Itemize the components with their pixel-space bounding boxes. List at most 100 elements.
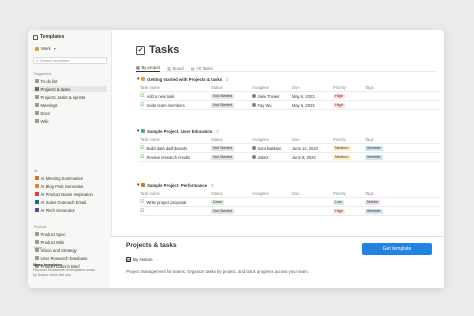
- sidebar-item[interactable]: Projects & tasks: [33, 86, 107, 92]
- column-header-due[interactable]: Due: [292, 191, 333, 196]
- priority-cell[interactable]: High: [333, 208, 365, 214]
- sidebar-item-label: Product Spec: [40, 231, 66, 237]
- table-row[interactable]: ☑ Invite team members Not Started Fay Wu May…: [140, 101, 440, 110]
- sidebar-item[interactable]: Docs: [33, 110, 107, 116]
- assignee-cell[interactable]: Jake3: [252, 155, 292, 160]
- column-header-tags[interactable]: Tags: [365, 191, 405, 196]
- due-date-cell[interactable]: May 6, 2023: [292, 94, 333, 99]
- table-row[interactable]: ☑ Write project proposal Done Low Mobile: [140, 198, 440, 207]
- more-templates-box[interactable]: More templates Discover thousands of temp…: [33, 262, 108, 277]
- tags-cell[interactable]: Website: [365, 208, 405, 214]
- column-header-status[interactable]: Status: [211, 85, 252, 90]
- column-header-priority[interactable]: Priority: [333, 85, 365, 90]
- task-cell[interactable]: ☑: [140, 208, 211, 214]
- sidebar-item[interactable]: AI Product Name Inspiration: [33, 191, 107, 197]
- sidebar-item[interactable]: Meetings: [33, 102, 107, 108]
- tags-cell[interactable]: Website: [365, 145, 405, 151]
- assignee-name: Sam Baldwin: [257, 145, 282, 151]
- sidebar-item[interactable]: AI Sales Outreach Email: [33, 199, 107, 205]
- table-row[interactable]: ☑ Not Started High Website: [140, 207, 440, 216]
- task-cell[interactable]: ☑ Write project proposal: [140, 199, 211, 205]
- due-date-cell[interactable]: June 8, 2023: [292, 155, 333, 160]
- priority-cell[interactable]: Medium: [333, 154, 365, 160]
- assignee-cell[interactable]: Jake Trower: [252, 94, 292, 99]
- priority-cell[interactable]: High: [333, 93, 365, 99]
- group-header[interactable]: ▾ Sample Project: User Education 2: [137, 128, 219, 134]
- task-cell[interactable]: ☑ Review research results: [140, 154, 211, 160]
- status-cell[interactable]: Not Started: [211, 208, 252, 214]
- template-icon: [35, 200, 39, 204]
- task-table: Task name Status Assignee Due Priority Tags ☑ W…: [140, 189, 440, 216]
- status-cell[interactable]: Not Started: [211, 93, 252, 99]
- group-header[interactable]: ▾ Getting started with Projects & tasks 2: [137, 76, 229, 82]
- tag-badge: Website: [365, 145, 383, 151]
- column-header-task[interactable]: Task name: [140, 137, 211, 142]
- column-header-tags[interactable]: Tags: [365, 85, 405, 90]
- avatar: [252, 94, 256, 98]
- status-badge: Not Started: [211, 93, 235, 99]
- column-header-priority[interactable]: Priority: [333, 137, 365, 142]
- column-header-assignee[interactable]: Assignee: [252, 191, 292, 196]
- sidebar-item[interactable]: Product Spec: [33, 231, 107, 237]
- task-check-icon: ☑: [140, 199, 145, 205]
- sidebar-item[interactable]: User Research Database: [33, 255, 107, 261]
- column-header-due[interactable]: Due: [292, 85, 333, 90]
- assignee-cell[interactable]: Sam Baldwin: [252, 146, 292, 151]
- column-header-assignee[interactable]: Assignee: [252, 137, 292, 142]
- priority-cell[interactable]: Low: [333, 199, 365, 205]
- template-info-panel: Projects & tasks N By Notion Project man…: [110, 236, 444, 288]
- task-cell[interactable]: ☑ Add a new task: [140, 93, 211, 99]
- column-header-tags[interactable]: Tags: [365, 137, 405, 142]
- sidebar-item[interactable]: Product Wiki: [33, 239, 107, 245]
- task-cell[interactable]: ☑ Build data dashboards: [140, 145, 211, 151]
- view-tab-label: By project: [141, 65, 161, 70]
- template-icon: [35, 79, 39, 83]
- sidebar-item[interactable]: Projects, tasks & sprints: [33, 94, 107, 100]
- due-date-cell[interactable]: May 6, 2023: [292, 103, 333, 108]
- sidebar-item-label: AI Sales Outreach Email: [40, 199, 87, 205]
- sidebar-item[interactable]: Vision and Strategy: [33, 247, 107, 253]
- view-tab[interactable]: ▤ All Tasks: [191, 64, 213, 72]
- sidebar-item-label: Product Wiki: [40, 239, 65, 245]
- view-tab[interactable]: ▥ Board: [167, 64, 184, 72]
- priority-badge: Medium: [333, 154, 351, 160]
- column-header-status[interactable]: Status: [211, 191, 252, 196]
- group-title: Sample Project: User Education: [147, 128, 213, 134]
- column-header-task[interactable]: Task name: [140, 85, 211, 90]
- column-header-assignee[interactable]: Assignee: [252, 85, 292, 90]
- priority-cell[interactable]: High: [333, 102, 365, 108]
- status-cell[interactable]: Not Started: [211, 145, 252, 151]
- sidebar-item-label: Wiki: [40, 118, 49, 124]
- status-cell[interactable]: Not Started: [211, 154, 252, 160]
- assignee-cell[interactable]: Fay Wu: [252, 103, 292, 108]
- priority-cell[interactable]: Medium: [333, 145, 365, 151]
- status-cell[interactable]: Done: [211, 199, 252, 205]
- task-cell[interactable]: ☑ Invite team members: [140, 102, 211, 108]
- group-header[interactable]: ▾ Sample Project: Performance 3: [137, 182, 214, 188]
- due-date-cell[interactable]: June 13, 2023: [292, 146, 333, 151]
- sidebar-item-label: AI Meeting Summaries: [40, 175, 83, 181]
- column-header-due[interactable]: Due: [292, 137, 333, 142]
- template-search-input[interactable]: ⌕ Search templates: [33, 57, 107, 64]
- table-row[interactable]: ☑ Build data dashboards Not Started Sam Bal…: [140, 144, 440, 153]
- sidebar-item[interactable]: AI Meeting Summaries: [33, 175, 107, 181]
- table-row[interactable]: ☑ Review research results Not Started Jake3…: [140, 153, 440, 162]
- sidebar-item[interactable]: AI Pitch Generator: [33, 207, 107, 213]
- tags-cell[interactable]: Mobile: [365, 199, 405, 205]
- column-header-status[interactable]: Status: [211, 137, 252, 142]
- column-header-task[interactable]: Task name: [140, 191, 211, 196]
- view-tab[interactable]: ▦ By project: [136, 64, 161, 72]
- tag-badge: Website: [365, 208, 383, 214]
- workspace-select[interactable]: Work ▾: [33, 45, 107, 52]
- status-cell[interactable]: Not Started: [211, 102, 252, 108]
- search-placeholder: Search templates: [40, 58, 70, 63]
- sidebar-item-label: Projects, tasks & sprints: [40, 94, 86, 100]
- sidebar-item[interactable]: AI Blog Post Generator: [33, 183, 107, 189]
- column-header-priority[interactable]: Priority: [333, 191, 365, 196]
- sidebar-item[interactable]: Wiki: [33, 118, 107, 124]
- avatar: [252, 103, 256, 107]
- sidebar-item[interactable]: To-do list: [33, 78, 107, 84]
- tags-cell[interactable]: Website: [365, 154, 405, 160]
- get-template-button[interactable]: Get template: [362, 243, 432, 255]
- table-row[interactable]: ☑ Add a new task Not Started Jake Trower May…: [140, 92, 440, 101]
